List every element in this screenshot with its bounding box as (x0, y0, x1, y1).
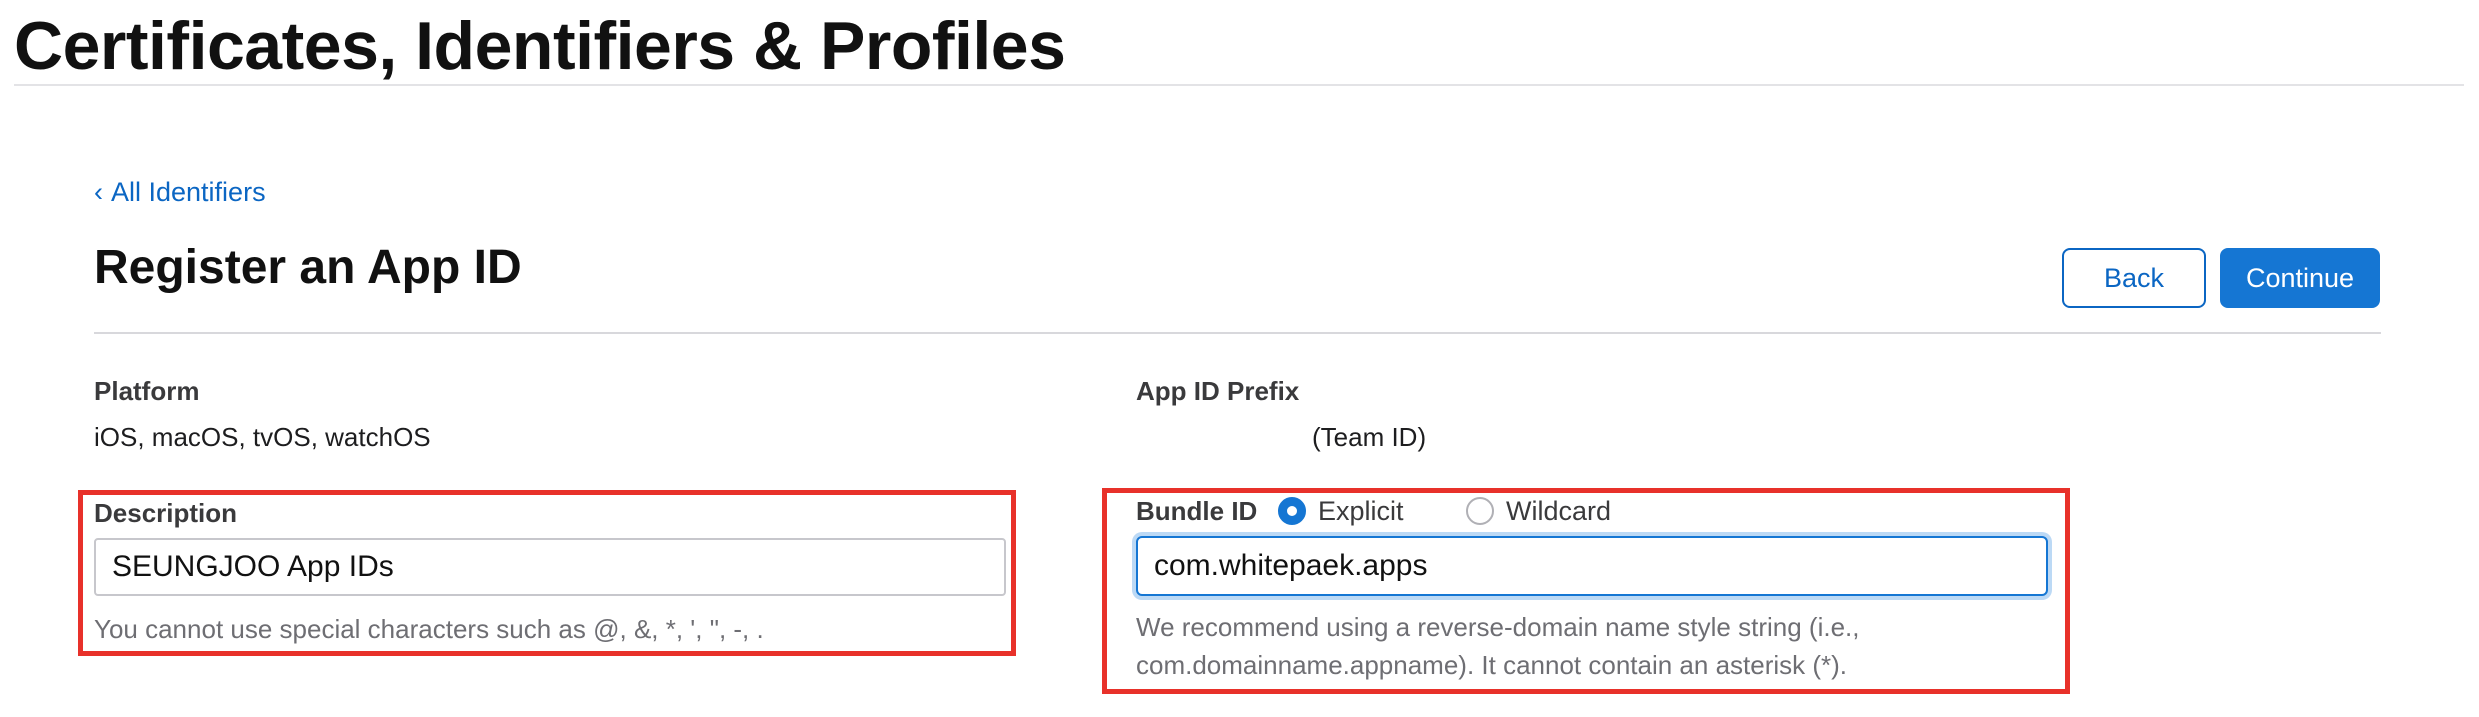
app-id-prefix-label: App ID Prefix (1136, 376, 1300, 406)
explicit-option-label: Explicit (1318, 495, 1404, 526)
platform-value: iOS, macOS, tvOS, watchOS (94, 422, 431, 452)
description-input[interactable] (94, 538, 1006, 596)
back-button[interactable]: Back (2062, 248, 2206, 308)
bundle-id-wildcard-option[interactable]: Wildcard (1466, 494, 1611, 528)
wildcard-option-label: Wildcard (1506, 495, 1612, 526)
chevron-left-icon: ‹ (94, 177, 103, 207)
radio-unselected-icon[interactable] (1466, 497, 1494, 525)
bundle-id-input[interactable] (1136, 536, 2048, 596)
radio-selected-icon[interactable] (1278, 497, 1306, 525)
description-hint: You cannot use special characters such a… (94, 614, 764, 644)
all-identifiers-link-label: All Identifiers (111, 177, 266, 207)
all-identifiers-link[interactable]: ‹ All Identifiers (94, 174, 266, 210)
description-label: Description (94, 498, 238, 528)
bundle-id-explicit-option[interactable]: Explicit (1278, 494, 1404, 528)
bundle-id-label: Bundle ID (1136, 496, 1258, 526)
title-divider (14, 84, 2464, 86)
section-divider (94, 332, 2381, 334)
section-title: Register an App ID (94, 241, 522, 294)
continue-button[interactable]: Continue (2220, 248, 2380, 308)
bundle-id-hint: We recommend using a reverse-domain name… (1136, 612, 1860, 680)
platform-label: Platform (94, 376, 200, 406)
page-title: Certificates, Identifiers & Profiles (14, 8, 1066, 84)
app-id-prefix-value: (Team ID) (1312, 422, 1427, 452)
